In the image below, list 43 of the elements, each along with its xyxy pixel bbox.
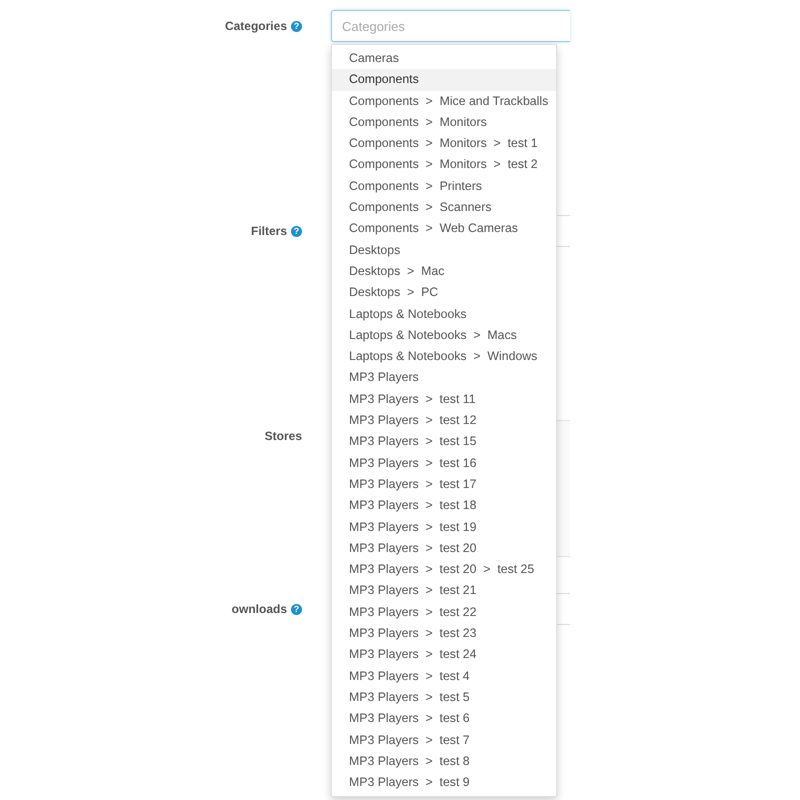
dropdown-item[interactable]: Components > Monitors > test 2 [332, 154, 556, 176]
dropdown-item[interactable]: MP3 Players > test 22 [332, 602, 556, 624]
dropdown-item[interactable]: Components > Printers [332, 176, 556, 198]
dropdown-item[interactable]: Laptops & Notebooks > Windows [332, 346, 556, 368]
dropdown-item[interactable]: MP3 Players > test 11 [332, 388, 556, 410]
dropdown-item[interactable]: MP3 Players [332, 367, 556, 389]
dropdown-item[interactable]: MP3 Players > test 5 [332, 686, 556, 708]
dropdown-item[interactable]: Desktops > PC [332, 282, 556, 304]
dropdown-item[interactable]: MP3 Players > test 6 [332, 708, 556, 730]
dropdown-item[interactable]: MP3 Players > test 20 > test 25 [332, 559, 556, 580]
dropdown-item[interactable]: Laptops & Notebooks [332, 304, 556, 325]
dropdown-item[interactable]: Components > Web Cameras [332, 218, 556, 240]
dropdown-item[interactable]: Components [332, 69, 556, 91]
dropdown-item[interactable]: MP3 Players > test 23 [332, 623, 556, 644]
help-icon: ? [291, 604, 302, 614]
dropdown-item[interactable]: MP3 Players > test 4 [332, 666, 556, 687]
field-label: Filters [250, 224, 287, 238]
dropdown-item[interactable]: Desktops > Mac [332, 260, 556, 282]
help-icon: ? [291, 226, 302, 236]
dropdown-item[interactable]: MP3 Players > test 21 [332, 580, 556, 602]
dropdown-item[interactable]: MP3 Players > test 8 [332, 750, 556, 772]
dropdown-item[interactable]: MP3 Players > test 9 [332, 772, 556, 794]
dropdown-item[interactable]: MP3 Players > test 19 [332, 516, 556, 538]
dropdown-item[interactable]: Desktops [332, 240, 556, 261]
dropdown-item[interactable]: MP3 Players > test 24 [332, 644, 556, 666]
dropdown-item[interactable]: Laptops & Notebooks > Macs [332, 324, 556, 346]
dropdown-item[interactable]: Components > Mice and Trackballs [332, 90, 556, 112]
dropdown-item[interactable]: MP3 Players > test 18 [332, 495, 556, 517]
field-label: ownloads [232, 602, 287, 616]
dropdown-item[interactable]: MP3 Players > test 20 [332, 538, 556, 560]
dropdown-item[interactable]: MP3 Players > test 12 [332, 410, 556, 432]
dropdown-item[interactable]: MP3 Players > test 7 [332, 730, 556, 751]
dropdown-item[interactable]: MP3 Players > test 16 [332, 452, 556, 474]
dropdown-item[interactable]: MP3 Players > test 15 [332, 431, 556, 453]
input-field[interactable]: Categories [331, 10, 570, 42]
field-label: Stores [264, 429, 302, 443]
dropdown-item[interactable]: Components > Monitors [332, 112, 556, 134]
dropdown-item[interactable]: Cameras [332, 48, 556, 70]
help-icon: ? [291, 20, 302, 32]
dropdown-item[interactable]: MP3 Players > test 17 [332, 474, 556, 496]
dropdown-item[interactable]: Components > Monitors > test 1 [332, 133, 556, 154]
dropdown-item[interactable]: Components > Scanners [332, 197, 556, 218]
field-label: Categories [224, 19, 287, 33]
